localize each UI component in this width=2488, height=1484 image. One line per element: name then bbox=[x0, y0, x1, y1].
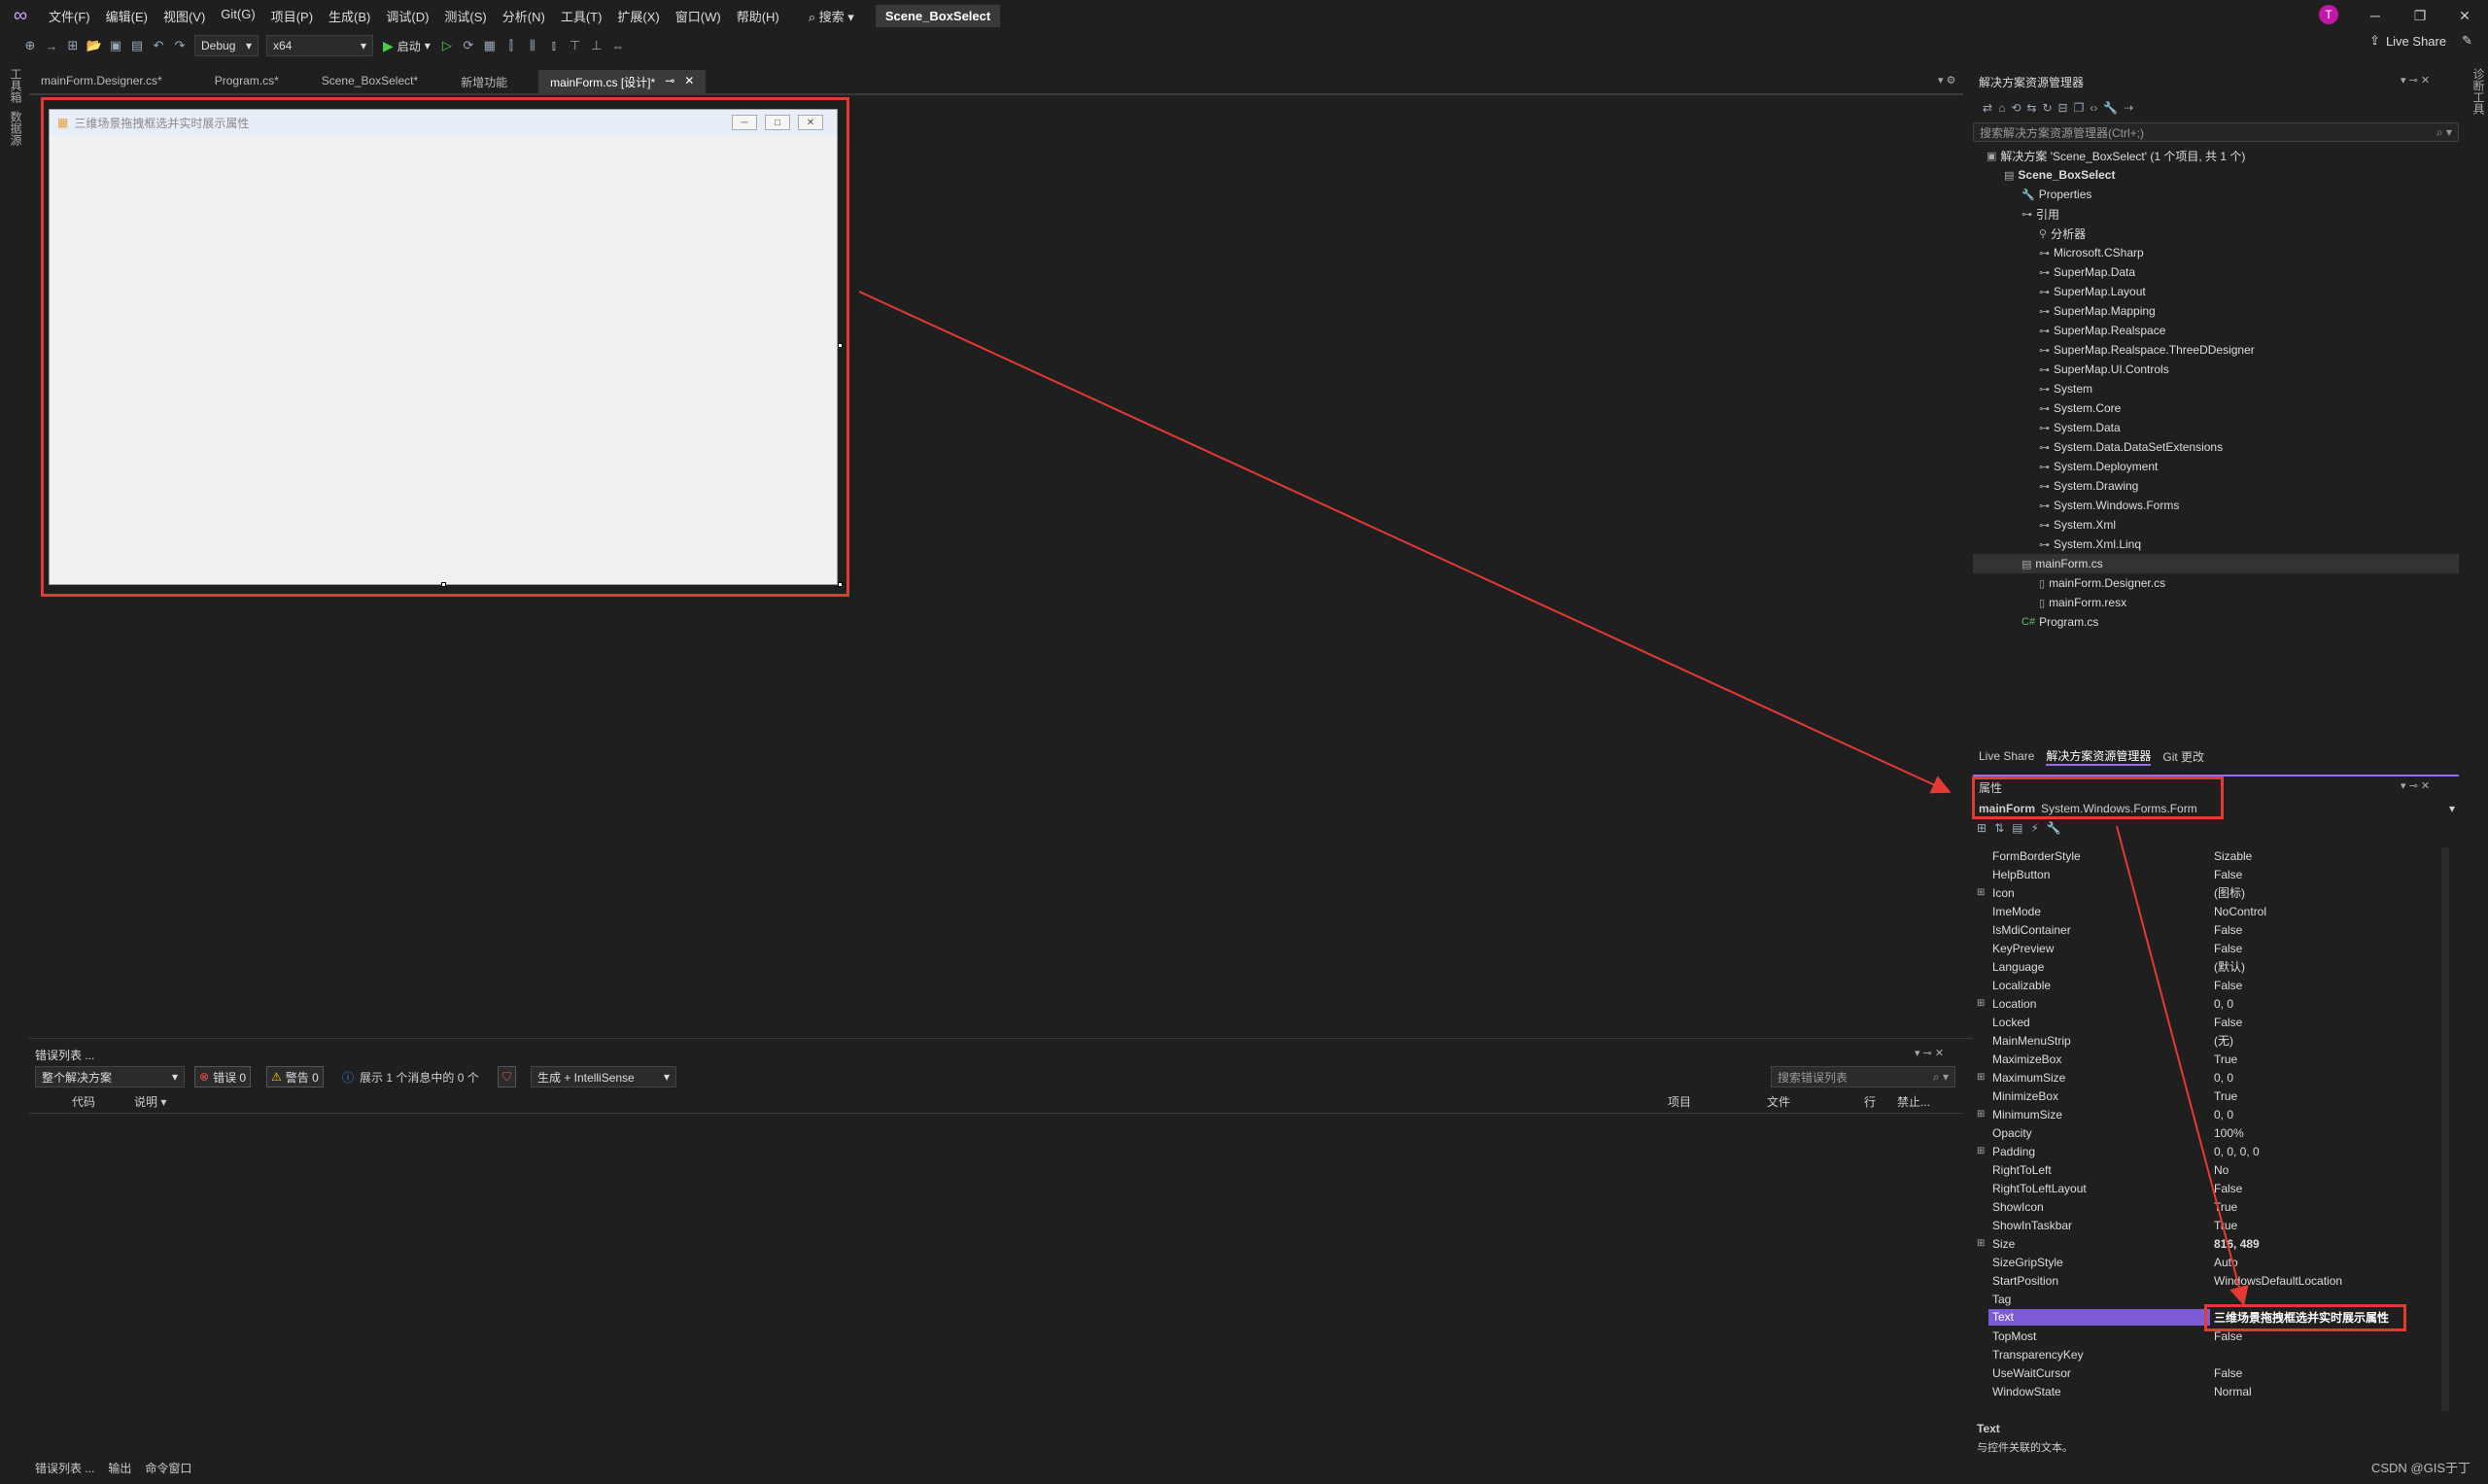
annotation-arrows bbox=[858, 291, 2249, 1306]
watermark: CSDN @GIS于丁 bbox=[2370, 1461, 2471, 1475]
arrow-to-text-value bbox=[2116, 825, 2249, 1306]
arrow-form-to-props bbox=[858, 291, 1952, 794]
